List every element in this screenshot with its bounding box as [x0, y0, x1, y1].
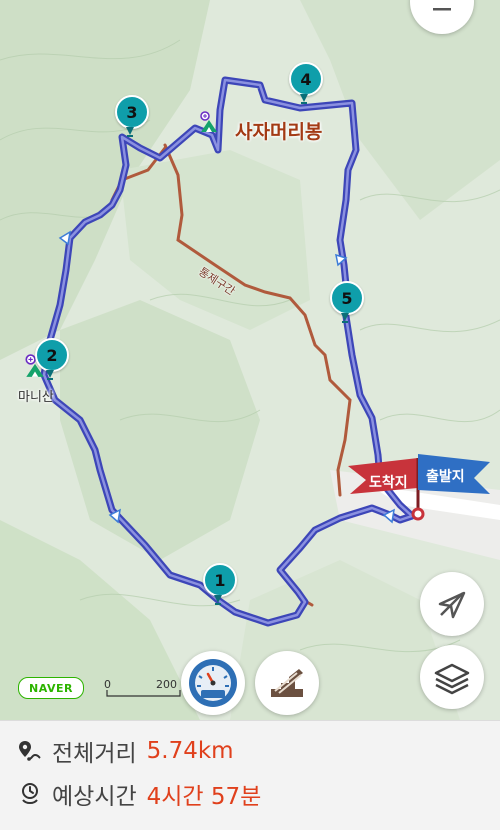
waypoint-marker-3[interactable]: 3: [115, 95, 149, 129]
scale-bar: [106, 690, 181, 697]
compass-icon: [189, 659, 237, 707]
waypoint-pin-icon: [341, 313, 349, 323]
route-profile-icon: [271, 669, 303, 697]
waypoint-pin-icon: [126, 127, 134, 137]
route-profile-button[interactable]: [255, 651, 319, 715]
distance-label: 전체거리: [52, 741, 137, 767]
menu-icon: [433, 8, 451, 11]
time-label: 예상시간: [52, 784, 137, 810]
route-pin-icon: [19, 741, 41, 761]
waypoint-pin-icon: [46, 370, 54, 380]
route-summary-panel: 전체거리 5.74km 예상시간 4시간 57분: [0, 720, 500, 830]
waypoint-marker-4[interactable]: 4: [289, 62, 323, 96]
waypoint-marker-2[interactable]: 2: [35, 338, 69, 372]
distance-value: 5.74km: [146, 738, 234, 764]
naver-logo: NAVER: [18, 677, 84, 699]
time-value: 4시간 57분: [146, 784, 262, 810]
start-end-flags[interactable]: [344, 450, 500, 530]
start-flag-label: 출발지: [426, 469, 465, 485]
end-flag-label: 도착지: [369, 475, 408, 491]
waypoint-pin-icon: [214, 595, 222, 605]
location-off-icon: [438, 591, 466, 619]
waypoint-pin-icon: [300, 94, 308, 104]
peak-label[interactable]: 사자머리봉: [235, 117, 322, 144]
layers-button[interactable]: [420, 645, 484, 709]
time-pin-icon: [22, 783, 38, 804]
compass-button[interactable]: [181, 651, 245, 715]
map-view[interactable]: 사자머리봉 마니산 통제구간 1 2 3 4 5 도착지 출발지 NAVER 0…: [0, 0, 500, 720]
time-row: 예상시간 4시간 57분: [18, 777, 261, 811]
layers-icon: [434, 663, 470, 695]
waypoint-marker-1[interactable]: 1: [203, 563, 237, 597]
secondary-peak-label[interactable]: 마니산: [18, 386, 54, 405]
mountain-peak-icon[interactable]: [199, 111, 219, 133]
waypoint-marker-5[interactable]: 5: [330, 281, 364, 315]
distance-row: 전체거리 5.74km: [18, 734, 234, 768]
location-button[interactable]: [420, 572, 484, 636]
